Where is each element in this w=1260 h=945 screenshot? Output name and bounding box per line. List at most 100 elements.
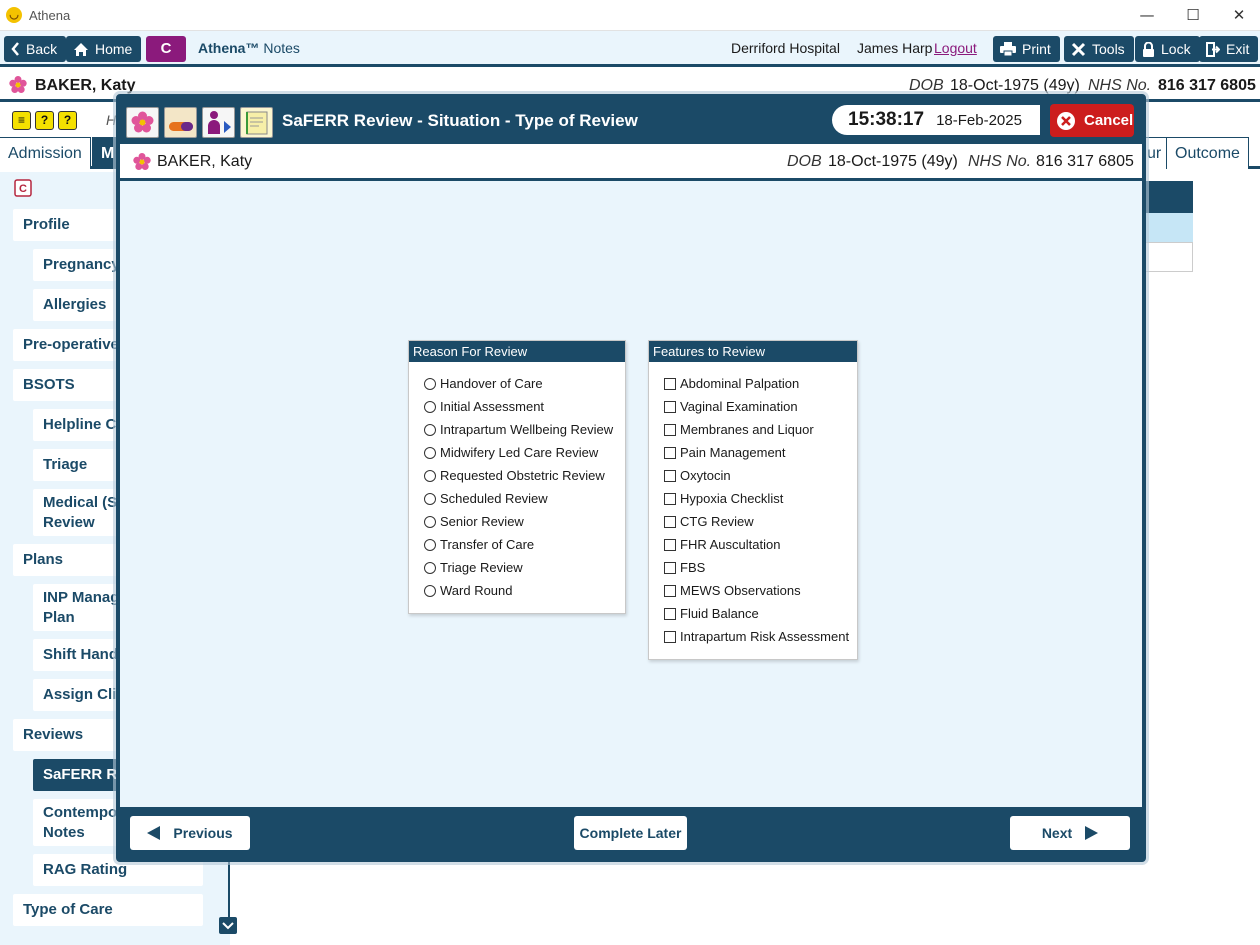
- reason-radio-option[interactable]: Midwifery Led Care Review: [424, 445, 598, 460]
- scroll-down-icon[interactable]: [219, 917, 237, 934]
- help-icon-2[interactable]: ?: [58, 111, 77, 130]
- option-label: Midwifery Led Care Review: [440, 445, 599, 460]
- home-button[interactable]: Home: [66, 36, 142, 62]
- radio-button[interactable]: [424, 561, 436, 574]
- checkbox[interactable]: [664, 538, 676, 551]
- reason-radio-option[interactable]: Senior Review: [424, 514, 524, 529]
- option-label: Abdominal Palpation: [680, 376, 800, 391]
- maximize-icon[interactable]: ☐: [1170, 0, 1216, 31]
- help-icon[interactable]: ?: [35, 111, 54, 130]
- feature-checkbox-option[interactable]: CTG Review: [664, 514, 754, 529]
- close-window-icon[interactable]: ✕: [1216, 0, 1260, 31]
- next-button[interactable]: Next: [1010, 816, 1130, 850]
- tab-outcome[interactable]: Outcome: [1166, 137, 1249, 169]
- feature-checkbox-option[interactable]: Vaginal Examination: [664, 399, 798, 414]
- minimize-icon[interactable]: —: [1124, 0, 1170, 31]
- radio-button[interactable]: [424, 584, 436, 597]
- checkbox[interactable]: [664, 607, 676, 620]
- reason-radio-option[interactable]: Intrapartum Wellbeing Review: [424, 422, 613, 437]
- nhs-value: 816 317 6805: [1158, 77, 1256, 94]
- checkbox[interactable]: [664, 446, 676, 459]
- feature-checkbox-option[interactable]: Oxytocin: [664, 468, 731, 483]
- logout-link[interactable]: Logout: [934, 40, 977, 56]
- exit-button[interactable]: Exit: [1199, 36, 1259, 62]
- flower-icon[interactable]: [126, 107, 159, 138]
- lock-button[interactable]: Lock: [1135, 36, 1200, 62]
- notepad-icon[interactable]: [240, 107, 273, 138]
- user-name: James Harp: [857, 40, 933, 56]
- reason-radio-option[interactable]: Ward Round: [424, 583, 513, 598]
- option-label: Scheduled Review: [440, 491, 548, 506]
- cancel-button[interactable]: Cancel: [1050, 104, 1134, 137]
- tools-button[interactable]: Tools: [1064, 36, 1134, 62]
- feature-checkbox-option[interactable]: FBS: [664, 560, 705, 575]
- feature-checkbox-option[interactable]: Pain Management: [664, 445, 786, 460]
- sidebar-item-label-wrap: INP Manag Plan: [43, 588, 119, 628]
- home-label: Home: [95, 41, 133, 57]
- checkbox[interactable]: [664, 584, 676, 597]
- print-button[interactable]: Print: [993, 36, 1060, 62]
- feature-checkbox-option[interactable]: FHR Auscultation: [664, 537, 780, 552]
- sidebar-item-label: RAG Rating: [43, 861, 128, 878]
- checkbox[interactable]: [664, 400, 676, 413]
- feature-checkbox-option[interactable]: Intrapartum Risk Assessment: [664, 629, 849, 644]
- radio-button[interactable]: [424, 469, 436, 482]
- nhs-label: NHS No.: [1088, 77, 1152, 94]
- radio-button[interactable]: [424, 515, 436, 528]
- feature-checkbox-option[interactable]: Abdominal Palpation: [664, 376, 799, 391]
- checkbox[interactable]: [664, 630, 676, 643]
- checkbox[interactable]: [664, 492, 676, 505]
- option-label: Membranes and Liquor: [680, 422, 814, 437]
- option-label: Vaginal Examination: [680, 399, 798, 414]
- reason-radio-option[interactable]: Requested Obstetric Review: [424, 468, 605, 483]
- option-label: Initial Assessment: [440, 399, 545, 414]
- person-arrow-icon[interactable]: [202, 107, 235, 138]
- option-label: Senior Review: [440, 514, 524, 529]
- reason-radio-option[interactable]: Scheduled Review: [424, 491, 548, 506]
- list-help-icon[interactable]: ≡: [12, 111, 31, 130]
- tab-admission[interactable]: Admission: [0, 137, 91, 169]
- option-label: FHR Auscultation: [680, 537, 781, 552]
- sidebar-item-label: Type of Care: [23, 901, 113, 918]
- radio-button[interactable]: [424, 400, 436, 413]
- medication-icon[interactable]: [164, 107, 197, 138]
- radio-button[interactable]: [424, 377, 436, 390]
- sidebar-item-type-of-care[interactable]: Type of Care: [13, 894, 203, 926]
- sidebar-item-label: BSOTS: [23, 376, 75, 393]
- current-date: 18-Feb-2025: [936, 111, 1022, 129]
- sidebar-item-label-line2: Plan: [43, 608, 75, 626]
- reason-radio-option[interactable]: Transfer of Care: [424, 537, 534, 552]
- app-name-suffix: Notes: [263, 40, 300, 56]
- radio-button[interactable]: [424, 423, 436, 436]
- complete-later-button[interactable]: Complete Later: [574, 816, 687, 850]
- checkbox[interactable]: [664, 469, 676, 482]
- sidebar-item-label-line2: Notes: [43, 823, 85, 841]
- checkbox[interactable]: [664, 561, 676, 574]
- reason-for-review-panel: Reason For Review Handover of Care Initia…: [408, 340, 626, 614]
- features-to-review-panel: Features to Review Abdominal Palpation Va…: [648, 340, 858, 660]
- radio-button[interactable]: [424, 492, 436, 505]
- reason-radio-option[interactable]: Initial Assessment: [424, 399, 544, 414]
- radio-button[interactable]: [424, 446, 436, 459]
- option-label: Triage Review: [440, 560, 523, 575]
- back-button[interactable]: Back: [4, 36, 67, 62]
- feature-checkbox-option[interactable]: Membranes and Liquor: [664, 422, 814, 437]
- checkbox[interactable]: [664, 377, 676, 390]
- feature-checkbox-option[interactable]: MEWS Observations: [664, 583, 801, 598]
- radio-button[interactable]: [424, 538, 436, 551]
- dialog-nhs-value: 816 317 6805: [1036, 153, 1134, 170]
- checkbox[interactable]: [664, 423, 676, 436]
- option-label: Transfer of Care: [440, 537, 535, 552]
- exit-icon: [1206, 41, 1220, 57]
- reason-radio-option[interactable]: Handover of Care: [424, 376, 543, 391]
- feature-checkbox-option[interactable]: Fluid Balance: [664, 606, 759, 621]
- previous-button[interactable]: Previous: [130, 816, 250, 850]
- chevron-left-icon: [11, 42, 19, 56]
- next-label: Next: [1041, 825, 1073, 841]
- checkbox[interactable]: [664, 515, 676, 528]
- option-label: Hypoxia Checklist: [680, 491, 784, 506]
- sidebar-item-label: Profile: [23, 216, 70, 233]
- reason-radio-option[interactable]: Triage Review: [424, 560, 523, 575]
- option-label: Intrapartum Risk Assessment: [680, 629, 850, 644]
- feature-checkbox-option[interactable]: Hypoxia Checklist: [664, 491, 783, 506]
